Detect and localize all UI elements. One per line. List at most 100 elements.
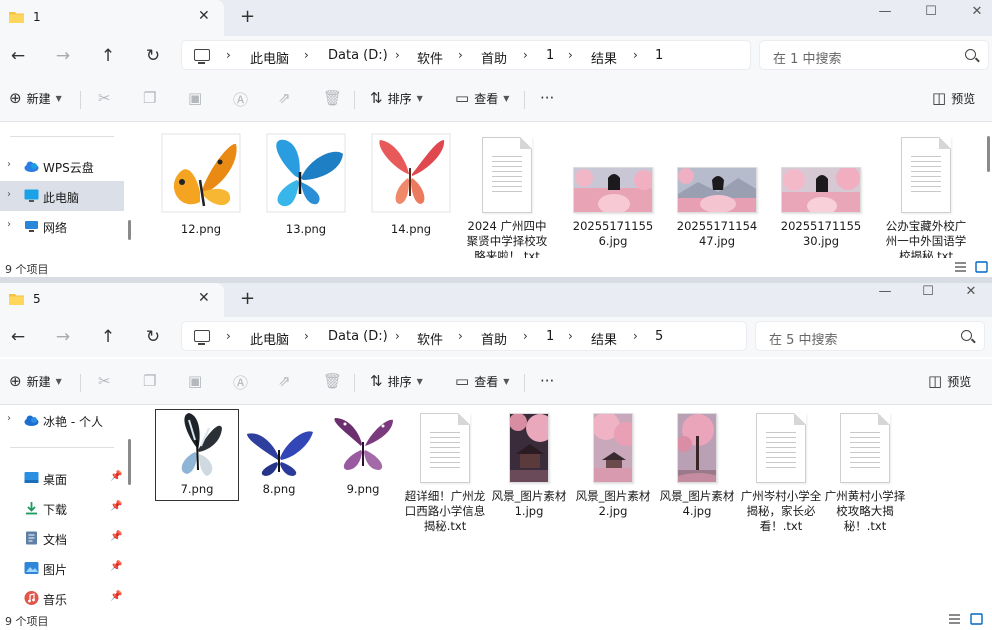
breadcrumb-item[interactable]: Data (D:) xyxy=(328,48,388,63)
forward-icon[interactable]: → xyxy=(52,45,74,67)
forward-icon[interactable]: → xyxy=(52,326,74,348)
pin-icon[interactable]: 📌 xyxy=(110,531,122,542)
cut-icon: ✂ xyxy=(98,372,111,390)
file-item[interactable]: 广州黄村小学择校攻略大揭秘！.txt xyxy=(824,413,906,534)
view-button[interactable]: ▭ 查看 ▼ xyxy=(455,89,509,107)
copy-button[interactable]: ❐ xyxy=(143,89,156,107)
file-item[interactable]: 202551711556.jpg xyxy=(572,132,654,249)
breadcrumb-item[interactable]: 5 xyxy=(655,329,663,344)
maximize-icon[interactable]: ☐ xyxy=(905,283,951,299)
view-button[interactable]: ▭ 查看 ▼ xyxy=(455,372,509,390)
pin-icon[interactable]: 📌 xyxy=(110,501,122,512)
sidebar-item-wps[interactable]: › WPS云盘 xyxy=(0,151,124,181)
tab-folder-1[interactable]: 1 ✕ xyxy=(0,0,224,36)
file-item[interactable]: 12.png xyxy=(160,132,242,237)
maximize-icon[interactable]: ☐ xyxy=(908,0,954,22)
refresh-icon[interactable]: ↻ xyxy=(142,45,164,67)
file-item[interactable]: 超详细！广州龙口西路小学信息揭秘.txt xyxy=(404,413,486,534)
tiles-view-icon[interactable] xyxy=(975,261,988,273)
paste-button[interactable]: ▣ xyxy=(188,372,202,390)
sidebar-item-desktop[interactable]: 桌面 📌 xyxy=(0,463,124,493)
close-tab-icon[interactable]: ✕ xyxy=(198,8,210,24)
sidebar-item-downloads[interactable]: 下载 📌 xyxy=(0,493,124,523)
copy-button[interactable]: ❐ xyxy=(143,372,156,390)
content-scrollbar[interactable] xyxy=(987,136,990,172)
sidebar-item-pictures[interactable]: 图片 📌 xyxy=(0,553,124,583)
pin-icon[interactable]: 📌 xyxy=(110,471,122,482)
sort-button[interactable]: ⇅ 排序 ▼ xyxy=(370,89,423,107)
details-view-icon[interactable] xyxy=(954,261,967,273)
search-input[interactable]: 在 5 中搜索 xyxy=(755,321,985,351)
new-tab-icon[interactable]: + xyxy=(240,288,255,309)
back-icon[interactable]: ← xyxy=(7,45,29,67)
file-item[interactable]: 2025517115447.jpg xyxy=(676,132,758,249)
sort-button[interactable]: ⇅ 排序 ▼ xyxy=(370,372,423,390)
new-button[interactable]: ⊕ 新建 ▼ xyxy=(9,89,62,107)
breadcrumb-item[interactable]: 1 xyxy=(655,48,663,63)
breadcrumb-item[interactable]: 此电脑 xyxy=(250,329,289,348)
paste-button[interactable]: ▣ xyxy=(188,89,202,107)
pin-icon[interactable]: 📌 xyxy=(110,591,122,602)
search-input[interactable]: 在 1 中搜索 xyxy=(759,40,989,70)
sidebar-scrollbar[interactable] xyxy=(128,220,131,240)
minimize-icon[interactable]: — xyxy=(862,0,908,22)
rename-button[interactable]: Ⓐ xyxy=(233,89,248,110)
file-item[interactable]: 13.png xyxy=(265,132,347,237)
sidebar-item-onedrive[interactable]: › 冰艳 - 个人 xyxy=(0,405,124,435)
breadcrumb-item[interactable]: 1 xyxy=(546,329,554,344)
pin-icon[interactable]: 📌 xyxy=(110,561,122,572)
sidebar-scrollbar[interactable] xyxy=(128,439,131,485)
back-icon[interactable]: ← xyxy=(7,326,29,348)
breadcrumb-item[interactable]: 结果 xyxy=(591,48,617,67)
chevron-right-icon: › xyxy=(395,329,400,343)
file-item[interactable]: 公办宝藏外校广州一中外国语学校揭秘.txt xyxy=(885,132,967,264)
cut-button[interactable]: ✂ xyxy=(98,89,111,107)
file-item[interactable]: 广州岑村小学全揭秘，家长必看！.txt xyxy=(740,413,822,534)
file-item[interactable]: 2025517115530.jpg xyxy=(780,132,862,249)
preview-button[interactable]: ◫ 预览 xyxy=(928,372,971,390)
more-button[interactable]: ··· xyxy=(540,89,554,107)
tiles-view-icon[interactable] xyxy=(970,613,983,625)
share-button[interactable]: ⇗ xyxy=(278,89,291,107)
sidebar-item-this-pc[interactable]: › 此电脑 xyxy=(0,181,124,211)
tab-folder-5[interactable]: 5 ✕ xyxy=(0,283,224,317)
file-item[interactable]: 风景_图片素材4.jpg xyxy=(656,413,738,519)
minimize-icon[interactable]: — xyxy=(862,283,908,299)
file-item[interactable]: 14.png xyxy=(370,132,452,237)
close-window-icon[interactable]: ✕ xyxy=(954,0,992,22)
more-button[interactable]: ··· xyxy=(540,372,554,390)
up-icon[interactable]: ↑ xyxy=(97,326,119,348)
address-bar[interactable]: › 此电脑 › Data (D:) › 软件 › 首助 › 1 › 结果 › 5 xyxy=(181,321,747,351)
close-tab-icon[interactable]: ✕ xyxy=(198,290,210,306)
file-item[interactable]: 2024 广州四中聚贤中学择校攻略来啦！.txt xyxy=(466,132,548,264)
file-item[interactable]: 风景_图片素材2.jpg xyxy=(572,413,654,519)
file-item[interactable]: 8.png xyxy=(238,410,320,497)
breadcrumb-item[interactable]: 软件 xyxy=(417,329,443,348)
sidebar-item-music[interactable]: 音乐 📌 xyxy=(0,583,124,613)
refresh-icon[interactable]: ↻ xyxy=(142,326,164,348)
breadcrumb-item[interactable]: 首助 xyxy=(481,329,507,348)
cut-button[interactable]: ✂ xyxy=(98,372,111,390)
breadcrumb-item[interactable]: 结果 xyxy=(591,329,617,348)
breadcrumb-item[interactable]: Data (D:) xyxy=(328,329,388,344)
breadcrumb-item[interactable]: 首助 xyxy=(481,48,507,67)
rename-button[interactable]: Ⓐ xyxy=(233,372,248,393)
delete-button[interactable]: 🗑 xyxy=(323,89,342,107)
breadcrumb-item[interactable]: 此电脑 xyxy=(250,48,289,67)
close-window-icon[interactable]: ✕ xyxy=(948,283,992,299)
breadcrumb-item[interactable]: 1 xyxy=(546,48,554,63)
address-bar[interactable]: › 此电脑 › Data (D:) › 软件 › 首助 › 1 › 结果 › 1 xyxy=(181,40,751,70)
new-button[interactable]: ⊕ 新建 ▼ xyxy=(9,372,62,390)
details-view-icon[interactable] xyxy=(948,613,961,625)
delete-button[interactable]: 🗑 xyxy=(323,372,342,390)
new-tab-icon[interactable]: + xyxy=(240,6,255,27)
up-icon[interactable]: ↑ xyxy=(97,45,119,67)
file-item[interactable]: 9.png xyxy=(322,410,404,497)
sidebar-item-documents[interactable]: 文档 📌 xyxy=(0,523,124,553)
file-item-selected[interactable]: 7.png xyxy=(155,409,239,501)
breadcrumb-item[interactable]: 软件 xyxy=(417,48,443,67)
share-button[interactable]: ⇗ xyxy=(278,372,291,390)
sidebar-item-network[interactable]: › 网络 xyxy=(0,211,124,241)
file-item[interactable]: 风景_图片素材1.jpg xyxy=(488,413,570,519)
preview-button[interactable]: ◫ 预览 xyxy=(932,89,975,107)
